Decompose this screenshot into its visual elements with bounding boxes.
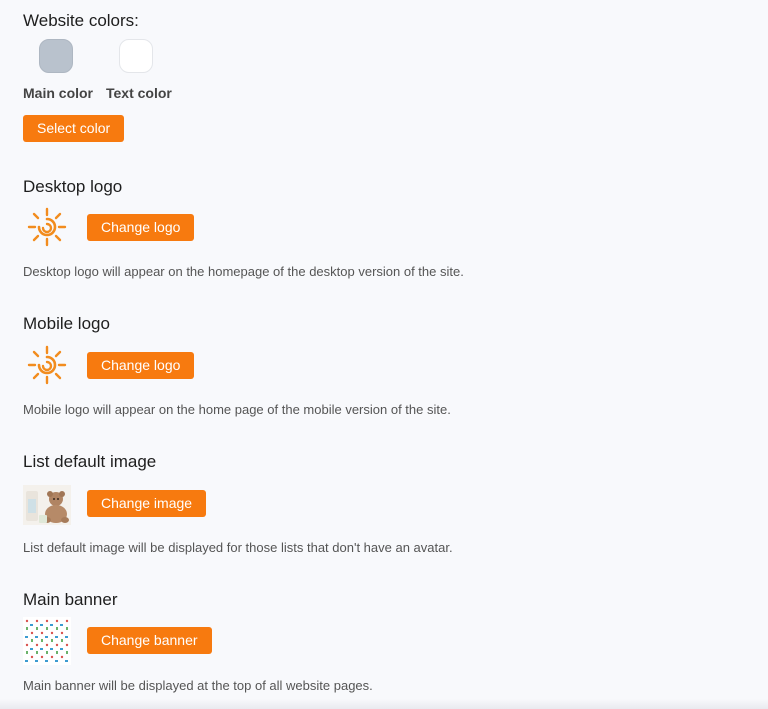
list-default-image-preview <box>23 485 71 525</box>
main-banner-description: Main banner will be displayed at the top… <box>23 678 373 693</box>
mobile-logo-description: Mobile logo will appear on the home page… <box>23 402 451 417</box>
main-banner-preview <box>23 617 71 665</box>
text-color-label: Text color <box>106 85 172 101</box>
change-mobile-logo-button[interactable]: Change logo <box>87 352 195 379</box>
mobile-logo-preview <box>23 345 71 385</box>
banner-pattern-icon <box>23 617 71 665</box>
website-colors-title: Website colors: <box>23 11 139 30</box>
bottom-fade <box>0 699 768 709</box>
change-desktop-logo-button[interactable]: Change logo <box>87 214 195 241</box>
desktop-logo-preview <box>23 207 71 247</box>
main-color-swatch[interactable] <box>39 39 73 73</box>
desktop-logo-title: Desktop logo <box>23 177 123 196</box>
sun-logo-icon <box>27 345 67 385</box>
sun-logo-icon <box>27 207 67 247</box>
text-color-swatch[interactable] <box>119 39 153 73</box>
select-color-button[interactable]: Select color <box>23 115 125 142</box>
list-default-image-title: List default image <box>23 452 157 471</box>
main-color-label: Main color <box>23 85 94 101</box>
desktop-logo-description: Desktop logo will appear on the homepage… <box>23 264 464 279</box>
main-banner-title: Main banner <box>23 590 118 609</box>
site-appearance-settings: Website colors: Main color Text color Se… <box>0 0 768 709</box>
teddy-bear-photo-icon <box>23 485 71 525</box>
change-banner-button[interactable]: Change banner <box>87 627 212 654</box>
list-default-image-description: List default image will be displayed for… <box>23 540 453 555</box>
mobile-logo-title: Mobile logo <box>23 314 110 333</box>
change-list-image-button[interactable]: Change image <box>87 490 207 517</box>
